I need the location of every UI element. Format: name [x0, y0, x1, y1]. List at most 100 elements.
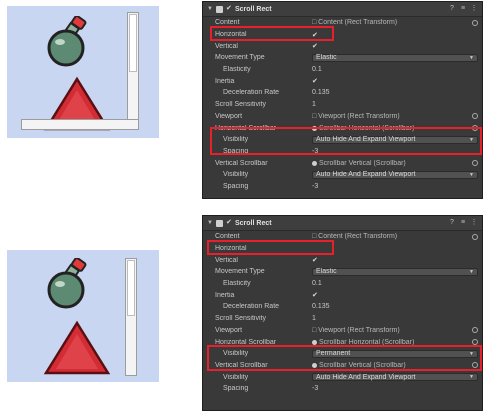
horizontal-spacing-row: Spacing -3	[203, 146, 482, 158]
vertical-visibility-label: Visibility	[223, 171, 249, 179]
vertical-visibility-row: Visibility Auto Hide And Expand Viewport…	[203, 169, 482, 181]
help-icon[interactable]: ?	[448, 5, 456, 13]
inertia-checkbox[interactable]: ✔	[312, 77, 318, 85]
movement-type-dropdown[interactable]: Elastic ▼	[312, 267, 478, 276]
elasticity-field[interactable]: 0.1	[312, 280, 482, 287]
object-target-icon[interactable]	[472, 113, 478, 120]
scroll-sensitivity-row: Scroll Sensitivity 1	[203, 313, 482, 325]
elasticity-row: Elasticity 0.1	[203, 64, 482, 76]
vertical-scrollbar-handle[interactable]	[129, 14, 137, 72]
horizontal-scrollbar-label: Horizontal Scrollbar	[215, 124, 277, 132]
scroll-rect-component-icon	[216, 5, 223, 13]
preset-icon[interactable]: ≡	[459, 219, 467, 227]
vertical-spacing-label: Spacing	[223, 182, 249, 190]
vertical-spacing-field[interactable]: -3	[312, 183, 482, 190]
viewport-label: Viewport	[215, 112, 243, 120]
vertical-scrollbar-object-field[interactable]: Scrollbar Vertical (Scrollbar)	[319, 362, 406, 369]
menu-kebab-icon[interactable]: ⋮	[470, 5, 478, 13]
horizontal-spacing-field[interactable]: -3	[312, 148, 482, 155]
vertical-label: Vertical	[215, 256, 238, 264]
component-title: Scroll Rect	[235, 5, 272, 13]
vertical-visibility-dropdown[interactable]: Auto Hide And Expand Viewport ▼	[312, 170, 478, 179]
horizontal-checkbox[interactable]: ✔	[312, 31, 318, 39]
movement-type-dropdown[interactable]: Elastic ▼	[312, 53, 478, 62]
preset-icon[interactable]: ≡	[459, 5, 467, 13]
vertical-spacing-row: Spacing -3	[203, 181, 482, 193]
vertical-checkbox[interactable]: ✔	[312, 42, 318, 50]
potion-flask-image	[47, 258, 87, 309]
inertia-checkbox[interactable]: ✔	[312, 291, 318, 299]
object-target-icon[interactable]	[472, 19, 478, 26]
vertical-visibility-value: Auto Hide And Expand Viewport	[316, 373, 416, 381]
vertical-visibility-row: Visibility Auto Hide And Expand Viewport…	[203, 371, 482, 383]
object-target-icon[interactable]	[472, 233, 478, 240]
dropdown-arrow-icon: ▼	[469, 54, 474, 61]
vertical-row: Vertical ✔	[203, 254, 482, 266]
content-object-field[interactable]: □ Content (Rect Transform)	[312, 19, 469, 26]
inertia-label: Inertia	[215, 291, 235, 299]
vertical-checkbox[interactable]: ✔	[312, 256, 318, 264]
component-enabled-checkbox[interactable]: ✔	[226, 219, 232, 226]
scrollbar-component-icon	[312, 160, 317, 166]
vertical-scrollbar-handle[interactable]	[127, 260, 135, 316]
dropdown-arrow-icon: ▼	[469, 136, 474, 143]
horizontal-visibility-label: Visibility	[223, 136, 249, 144]
horizontal-row: Horizontal	[203, 243, 482, 255]
component-header[interactable]: ▼ ✔ Scroll Rect ? ≡ ⋮	[203, 216, 482, 231]
horizontal-scrollbar-object-field[interactable]: Scrollbar Horizontal (Scrollbar)	[319, 339, 414, 346]
horizontal-visibility-row: Visibility Auto Hide And Expand Viewport…	[203, 134, 482, 146]
object-target-icon[interactable]	[472, 362, 478, 369]
component-enabled-checkbox[interactable]: ✔	[226, 5, 232, 12]
content-object-field[interactable]: □ Content (Rect Transform)	[312, 233, 469, 240]
scroll-rect-inspector-bottom: ▼ ✔ Scroll Rect ? ≡ ⋮ Content □ Content …	[202, 215, 483, 411]
vertical-visibility-dropdown[interactable]: Auto Hide And Expand Viewport ▼	[312, 373, 478, 382]
vertical-scrollbar-object-field[interactable]: Scrollbar Vertical (Scrollbar)	[319, 160, 406, 167]
vertical-scrollbar[interactable]	[127, 12, 139, 122]
vertical-visibility-value: Auto Hide And Expand Viewport	[316, 171, 416, 179]
movement-type-value: Elastic	[316, 268, 337, 276]
vertical-scrollbar-label: Vertical Scrollbar	[215, 361, 268, 369]
collapse-arrow-icon[interactable]: ▼	[207, 6, 213, 12]
horizontal-visibility-dropdown[interactable]: Permanent ▼	[312, 349, 478, 358]
inertia-row: Inertia ✔	[203, 75, 482, 87]
content-row: Content □ Content (Rect Transform)	[203, 231, 482, 243]
horizontal-scrollbar-row: Horizontal Scrollbar Scrollbar Horizonta…	[203, 336, 482, 348]
vertical-spacing-label: Spacing	[223, 385, 249, 393]
viewport-object-field[interactable]: □ Viewport (Rect Transform)	[312, 113, 469, 120]
vertical-label: Vertical	[215, 42, 238, 50]
object-target-icon[interactable]	[472, 339, 478, 346]
menu-kebab-icon[interactable]: ⋮	[470, 219, 478, 227]
scroll-sensitivity-field[interactable]: 1	[312, 101, 482, 108]
object-target-icon[interactable]	[472, 160, 478, 167]
elasticity-field[interactable]: 0.1	[312, 66, 482, 73]
viewport-row: Viewport □ Viewport (Rect Transform)	[203, 325, 482, 337]
horizontal-scrollbar-object-field[interactable]: Scrollbar Horizontal (Scrollbar)	[319, 125, 414, 132]
horizontal-scrollbar[interactable]	[21, 119, 139, 130]
vertical-spacing-field[interactable]: -3	[312, 385, 482, 392]
collapse-arrow-icon[interactable]: ▼	[207, 220, 213, 226]
vertical-visibility-label: Visibility	[223, 373, 249, 381]
horizontal-visibility-dropdown[interactable]: Auto Hide And Expand Viewport ▼	[312, 135, 478, 144]
horizontal-label: Horizontal	[215, 245, 247, 253]
object-target-icon[interactable]	[472, 327, 478, 334]
scroll-sensitivity-field[interactable]: 1	[312, 315, 482, 322]
potion-flask-image	[47, 16, 87, 67]
scrollbar-component-icon	[312, 339, 317, 345]
scene-preview-bottom	[7, 250, 159, 382]
help-icon[interactable]: ?	[448, 219, 456, 227]
vertical-scrollbar[interactable]	[125, 258, 137, 376]
horizontal-row: Horizontal ✔	[203, 29, 482, 41]
viewport-object-field[interactable]: □ Viewport (Rect Transform)	[312, 327, 469, 334]
vertical-row: Vertical ✔	[203, 40, 482, 52]
deceleration-rate-row: Deceleration Rate 0.135	[203, 87, 482, 99]
content-label: Content	[215, 233, 240, 241]
horizontal-scrollbar-row: Horizontal Scrollbar Scrollbar Horizonta…	[203, 122, 482, 134]
component-header[interactable]: ▼ ✔ Scroll Rect ? ≡ ⋮	[203, 2, 482, 17]
horizontal-visibility-value: Auto Hide And Expand Viewport	[316, 136, 416, 144]
deceleration-rate-field[interactable]: 0.135	[312, 303, 482, 310]
object-target-icon[interactable]	[472, 125, 478, 132]
elasticity-row: Elasticity 0.1	[203, 278, 482, 290]
deceleration-rate-field[interactable]: 0.135	[312, 89, 482, 96]
content-row: Content □ Content (Rect Transform)	[203, 17, 482, 29]
horizontal-visibility-value: Permanent	[316, 350, 351, 358]
